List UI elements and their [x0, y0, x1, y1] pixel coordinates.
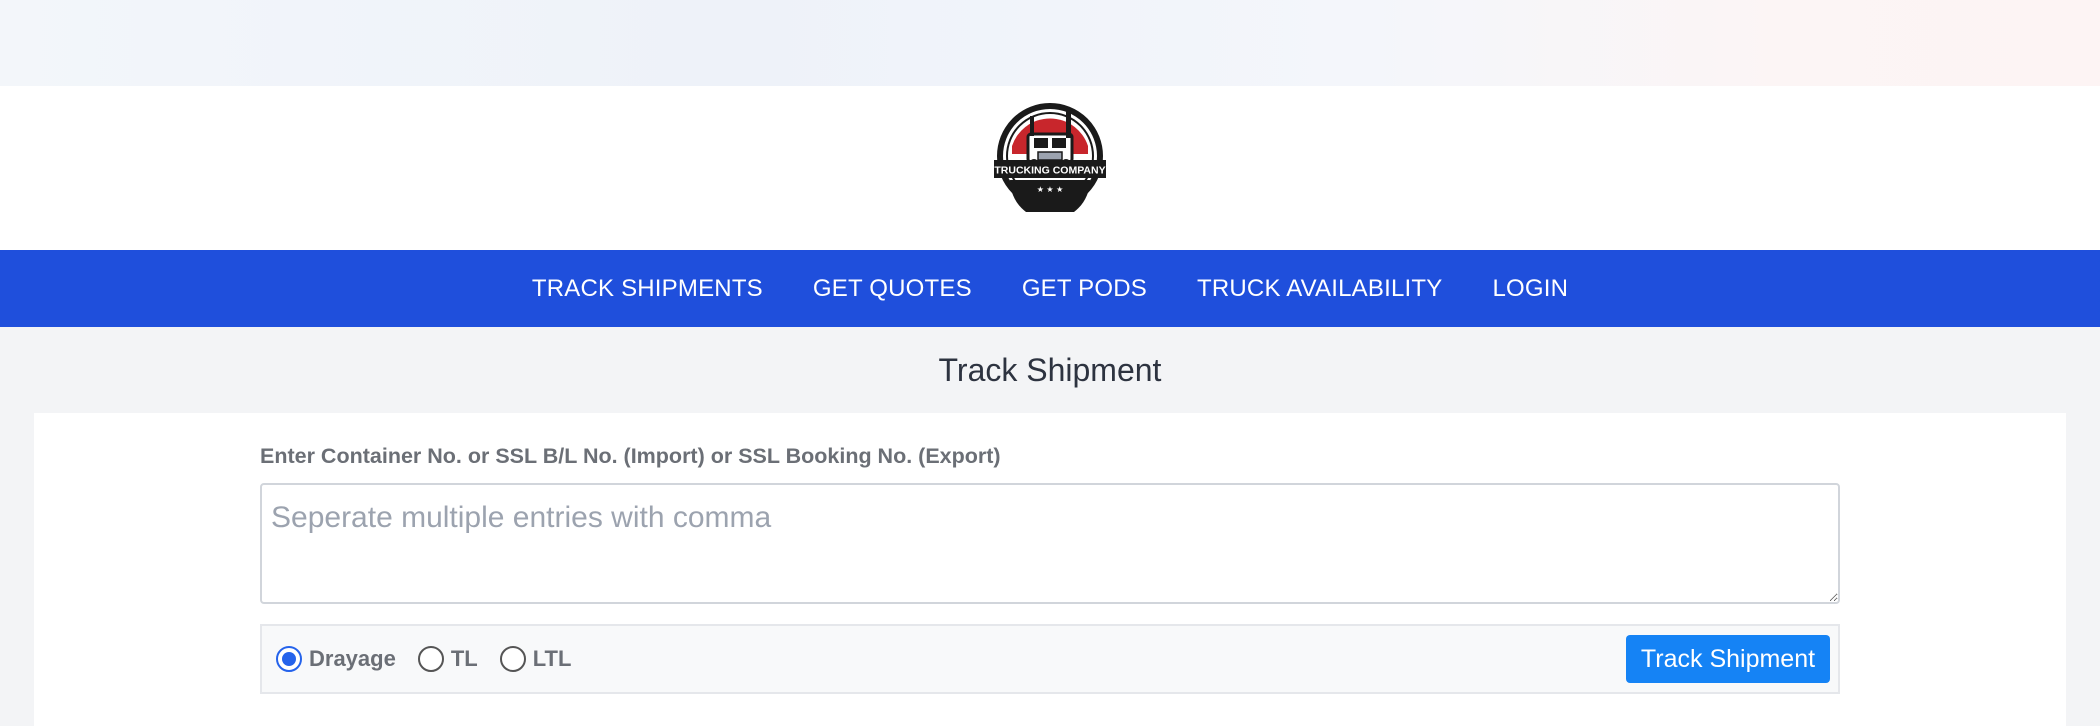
nav-truck-availability[interactable]: TRUCK AVAILABILITY	[1197, 275, 1442, 303]
nav-get-pods[interactable]: GET PODS	[1022, 275, 1147, 303]
nav-get-quotes[interactable]: GET QUOTES	[813, 275, 972, 303]
radio-button-icon[interactable]	[417, 646, 444, 672]
logo-text: TRUCKING COMPANY	[994, 165, 1105, 177]
shipment-type-bar: Drayage TL LTL Track Shipment	[260, 624, 1840, 694]
radio-label[interactable]: TL	[451, 646, 478, 672]
truck-badge-icon[interactable]: TRUCKING COMPANY ★ ★ ★	[988, 94, 1112, 212]
shipment-type-radio-group: Drayage TL LTL	[276, 626, 593, 692]
top-banner-strip	[0, 0, 2100, 86]
nav-login[interactable]: LOGIN	[1492, 275, 1568, 303]
tracking-number-input[interactable]	[260, 483, 1840, 604]
logo-stars: ★ ★ ★	[1037, 185, 1064, 194]
radio-ltl[interactable]: LTL	[499, 646, 572, 672]
tracking-number-label: Enter Container No. or SSL B/L No. (Impo…	[260, 444, 1001, 468]
main-nav: TRACK SHIPMENTS GET QUOTES GET PODS TRUC…	[0, 250, 2100, 327]
radio-button-icon[interactable]	[276, 646, 302, 672]
nav-track-shipments[interactable]: TRACK SHIPMENTS	[532, 275, 763, 303]
radio-label[interactable]: Drayage	[309, 646, 396, 672]
track-shipment-button[interactable]: Track Shipment	[1626, 635, 1830, 683]
radio-button-icon[interactable]	[499, 646, 526, 672]
page-title: Track Shipment	[938, 352, 1162, 388]
radio-drayage[interactable]: Drayage	[276, 646, 396, 672]
radio-tl[interactable]: TL	[417, 646, 478, 672]
radio-label[interactable]: LTL	[533, 646, 572, 672]
